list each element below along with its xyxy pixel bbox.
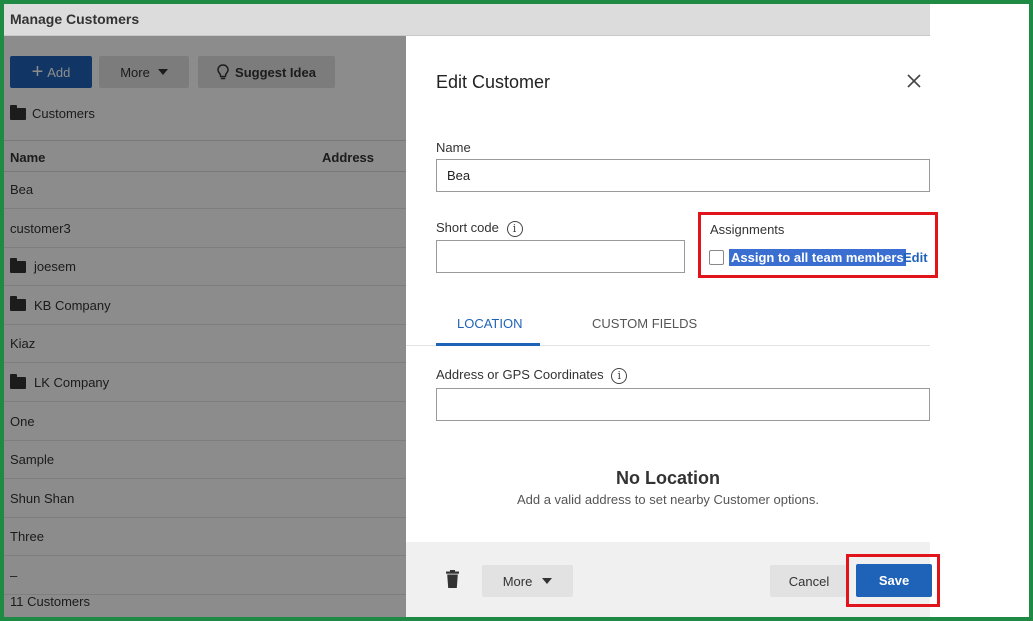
address-input[interactable] — [436, 388, 930, 421]
save-button[interactable]: Save — [856, 564, 932, 597]
active-tab-indicator — [436, 343, 540, 346]
screenshot-frame: Manage Customers + Add More Suggest Idea — [0, 0, 1033, 621]
close-icon[interactable] — [903, 70, 925, 92]
short-code-label-text: Short code — [436, 220, 499, 235]
no-location-subtitle: Add a valid address to set nearby Custom… — [516, 492, 820, 507]
assignments-label: Assignments — [710, 222, 785, 237]
edit-customer-dialog: Edit Customer Name Bea Short code i Assi… — [406, 40, 940, 617]
tab-location[interactable]: LOCATION — [457, 316, 523, 331]
address-label: Address or GPS Coordinates i — [436, 367, 628, 384]
assignments-edit-link[interactable]: Edit — [903, 250, 928, 265]
name-label: Name — [436, 140, 471, 155]
caret-down-icon — [542, 578, 553, 584]
window-title: Manage Customers — [10, 11, 140, 27]
assign-all-checkbox[interactable] — [709, 250, 724, 265]
trash-icon[interactable] — [446, 570, 459, 588]
no-location-title: No Location — [616, 468, 720, 488]
footer-more-button[interactable]: More — [482, 565, 573, 597]
dialog-tabs: LOCATION CUSTOM FIELDS — [406, 302, 930, 346]
info-icon[interactable]: i — [506, 220, 523, 237]
window-titlebar: Manage Customers — [4, 4, 930, 36]
assign-all-label[interactable]: Assign to all team members — [729, 249, 906, 266]
footer-more-label: More — [502, 573, 533, 589]
tab-custom-fields[interactable]: CUSTOM FIELDS — [592, 316, 697, 331]
modal-overlay[interactable] — [4, 36, 406, 617]
short-code-input[interactable] — [436, 240, 685, 273]
cancel-button[interactable]: Cancel — [770, 565, 848, 597]
name-input[interactable]: Bea — [436, 159, 930, 192]
short-code-label: Short code i — [436, 220, 523, 237]
address-label-text: Address or GPS Coordinates — [436, 367, 604, 382]
dialog-title: Edit Customer — [436, 72, 551, 92]
manage-customers-window: Manage Customers + Add More Suggest Idea — [4, 4, 940, 617]
info-icon[interactable]: i — [611, 367, 628, 384]
assignments-highlight: Assignments Assign to all team members E… — [698, 212, 938, 278]
